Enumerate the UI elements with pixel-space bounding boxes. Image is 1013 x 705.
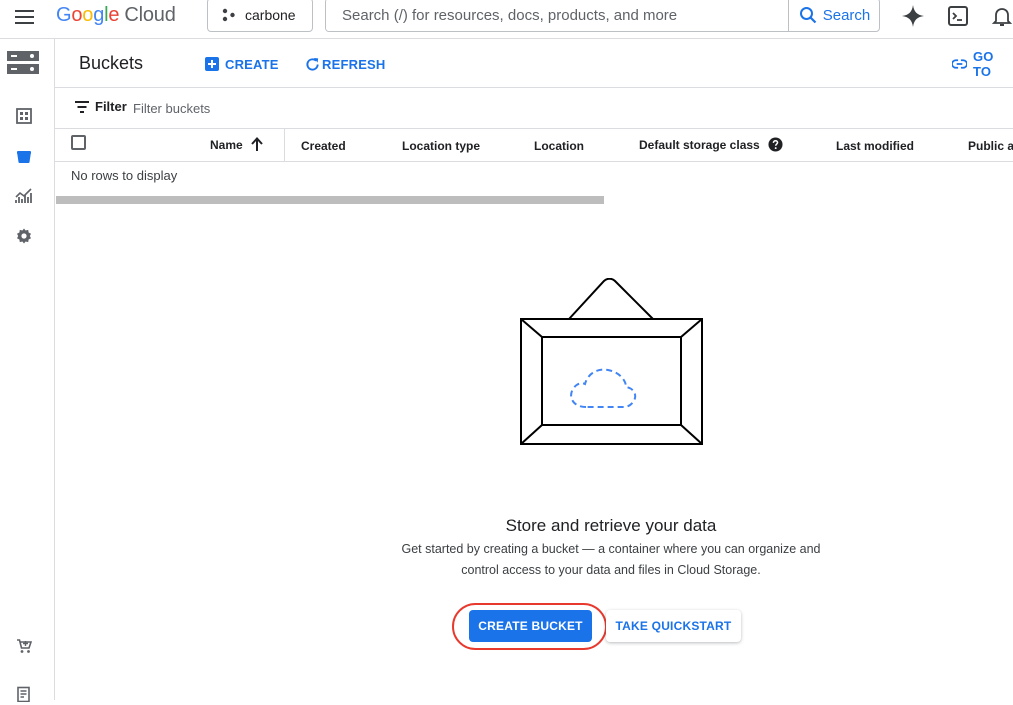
project-nodes-icon: [222, 8, 235, 22]
marketplace-icon[interactable]: [13, 635, 35, 657]
go-to-button[interactable]: GO TO: [952, 49, 1013, 79]
page-title: Buckets: [79, 53, 144, 73]
column-header-location-type[interactable]: Location type: [402, 139, 480, 153]
empty-state-title: Store and retrieve your data: [505, 516, 717, 535]
horizontal-scrollbar[interactable]: [56, 196, 604, 204]
take-quickstart-button[interactable]: TAKE QUICKSTART: [606, 610, 741, 642]
column-separator[interactable]: [284, 129, 285, 162]
refresh-button-label: REFRESH: [322, 56, 386, 72]
create-button[interactable]: CREATE: [205, 55, 279, 73]
search-input[interactable]: [326, 0, 788, 31]
search-icon: [799, 7, 817, 24]
top-bar: Google Cloud carbone Search: [0, 0, 1013, 38]
create-button-label: CREATE: [225, 56, 279, 72]
notifications-bell-icon[interactable]: [990, 4, 1013, 28]
column-header-name-label: Name: [210, 137, 243, 152]
empty-table-message: No rows to display: [71, 168, 178, 183]
side-nav: [0, 39, 55, 702]
column-header-default-storage-class-label: Default storage class: [639, 137, 760, 152]
create-bucket-button[interactable]: CREATE BUCKET: [469, 610, 592, 642]
column-header-name[interactable]: Name: [210, 137, 264, 152]
help-icon[interactable]: [768, 137, 783, 152]
column-header-default-storage-class[interactable]: Default storage class: [639, 137, 783, 152]
search-button-label: Search: [822, 6, 871, 24]
google-cloud-logo[interactable]: Google Cloud: [56, 3, 176, 29]
filter-input[interactable]: [133, 97, 433, 119]
go-to-button-label: GO TO: [973, 49, 994, 79]
empty-state-description-line-2: control access to your data and files in…: [461, 563, 761, 577]
project-name: carbone: [245, 7, 296, 23]
settings-icon[interactable]: [13, 225, 35, 247]
sort-ascending-arrow-icon: [250, 137, 263, 151]
buckets-icon[interactable]: [13, 145, 35, 167]
filter-bar: Filter: [55, 89, 1013, 129]
empty-state-description: Get started by creating a bucket — a con…: [380, 539, 842, 581]
column-header-public-access[interactable]: Public ac: [968, 139, 1013, 153]
column-header-location[interactable]: Location: [534, 139, 584, 153]
gemini-spark-icon[interactable]: [901, 4, 925, 28]
filter-button[interactable]: Filter: [75, 99, 127, 114]
link-icon: [952, 59, 967, 69]
overview-dashboard-icon[interactable]: [13, 105, 35, 127]
select-all-checkbox[interactable]: [71, 135, 86, 150]
search-button[interactable]: Search: [788, 0, 879, 31]
refresh-icon: [306, 57, 319, 71]
page-header: Buckets CREATE REFRESH GO TO: [55, 39, 1013, 88]
menu-icon[interactable]: [14, 7, 36, 27]
storage-product-icon[interactable]: [5, 50, 41, 76]
project-picker[interactable]: carbone: [207, 0, 313, 32]
add-box-icon: [205, 57, 219, 71]
search-box: Search: [325, 0, 880, 32]
empty-bucket-frame-illustration: [520, 278, 703, 445]
empty-state-description-line-1: Get started by creating a bucket — a con…: [401, 542, 821, 556]
refresh-button[interactable]: REFRESH: [305, 55, 386, 73]
column-header-last-modified[interactable]: Last modified: [836, 139, 914, 153]
table-header: Name Created Location type Location Defa…: [55, 129, 1013, 162]
filter-label: Filter: [95, 99, 127, 114]
release-notes-icon[interactable]: [13, 683, 35, 705]
filter-icon: [75, 100, 89, 113]
monitoring-icon[interactable]: [13, 185, 35, 207]
column-header-created[interactable]: Created: [301, 139, 346, 153]
cloud-shell-icon[interactable]: [946, 4, 970, 28]
